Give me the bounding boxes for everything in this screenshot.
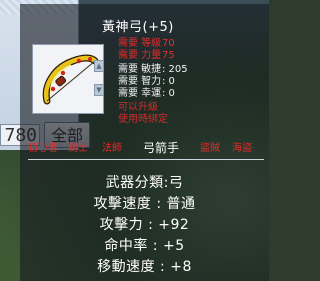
bind-on-use-note: 使用時綁定: [118, 114, 168, 125]
requirement-str: 需要 力量75: [118, 50, 175, 61]
upgradeable-note: 可以升級: [118, 102, 158, 113]
requirement-level: 需要 等級70: [118, 38, 175, 49]
stat-attack-speed: 攻擊速度 : 普通: [93, 196, 196, 212]
class-archer: 弓箭手: [143, 141, 180, 155]
item-icon-frame: [32, 44, 104, 114]
class-thief: 盜賊: [200, 143, 220, 154]
stat-speed: 移動速度 : +8: [97, 259, 192, 275]
item-tooltip: 黃神弓(+5) ▲ ▼ 需要 等級70 需要 力量75 需要 敏捷: 205 需…: [20, 4, 269, 281]
stat-attack: 攻擊力 : +92: [99, 217, 190, 233]
class-beginner: 初心者: [28, 143, 58, 154]
scroll-down-arrow[interactable]: ▼: [94, 84, 104, 96]
requirement-dex: 需要 敏捷: 205: [118, 64, 188, 75]
requirement-luk: 需要 幸運: 0: [118, 88, 175, 99]
class-pirate: 海盜: [232, 143, 252, 154]
job-class-row: 初心者 劍士 法師 弓箭手 盜賊 海盜: [20, 141, 269, 156]
scroll-up-arrow[interactable]: ▲: [94, 60, 104, 72]
stat-weapon-type: 武器分類:弓: [105, 175, 184, 191]
class-magician: 法師: [102, 143, 122, 154]
golden-bow-icon: [42, 54, 99, 105]
class-warrior: 劍士: [68, 143, 88, 154]
tooltip-divider: [28, 159, 264, 160]
item-name: 黃神弓(+5): [102, 20, 174, 35]
requirement-int: 需要 智力: 0: [118, 76, 175, 87]
stat-accuracy: 命中率 : +5: [104, 238, 185, 254]
